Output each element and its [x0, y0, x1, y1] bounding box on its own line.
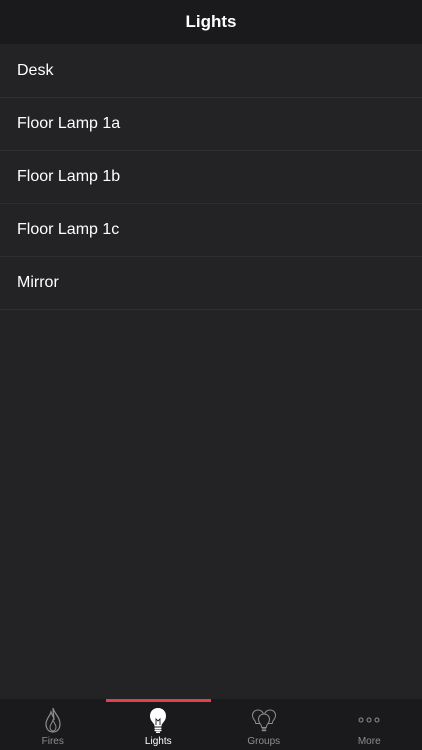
more-icon — [355, 706, 383, 734]
navigation-bar: Lights — [0, 0, 422, 44]
tab-label: More — [357, 736, 381, 747]
light-item-label: Floor Lamp 1b — [17, 168, 121, 185]
light-item-label: Mirror — [17, 274, 59, 291]
light-item-floor-lamp-1c[interactable]: Floor Lamp 1c — [0, 204, 422, 257]
lights-list: Desk Floor Lamp 1a Floor Lamp 1b Floor L… — [0, 44, 422, 310]
tab-lights[interactable]: Lights — [105, 699, 211, 750]
tab-more[interactable]: More — [317, 699, 422, 750]
tab-label: Groups — [247, 736, 281, 747]
tab-bar: Fires Lights Groups More — [0, 699, 422, 750]
flame-icon — [39, 706, 67, 734]
page-title: Lights — [185, 12, 237, 31]
bulb-group-icon — [250, 706, 278, 734]
light-item-mirror[interactable]: Mirror — [0, 257, 422, 310]
tab-label: Lights — [144, 736, 172, 747]
light-item-label: Floor Lamp 1a — [17, 115, 121, 132]
active-tab-indicator — [105, 699, 211, 702]
light-item-floor-lamp-1a[interactable]: Floor Lamp 1a — [0, 98, 422, 151]
light-item-label: Floor Lamp 1c — [17, 221, 120, 238]
light-item-label: Desk — [17, 61, 54, 79]
light-item-desk[interactable]: Desk — [0, 44, 422, 98]
tab-label: Fires — [41, 736, 64, 747]
tab-fires[interactable]: Fires — [0, 699, 106, 750]
light-item-floor-lamp-1b[interactable]: Floor Lamp 1b — [0, 151, 422, 204]
lightbulb-icon — [144, 706, 172, 734]
tab-groups[interactable]: Groups — [211, 699, 317, 750]
